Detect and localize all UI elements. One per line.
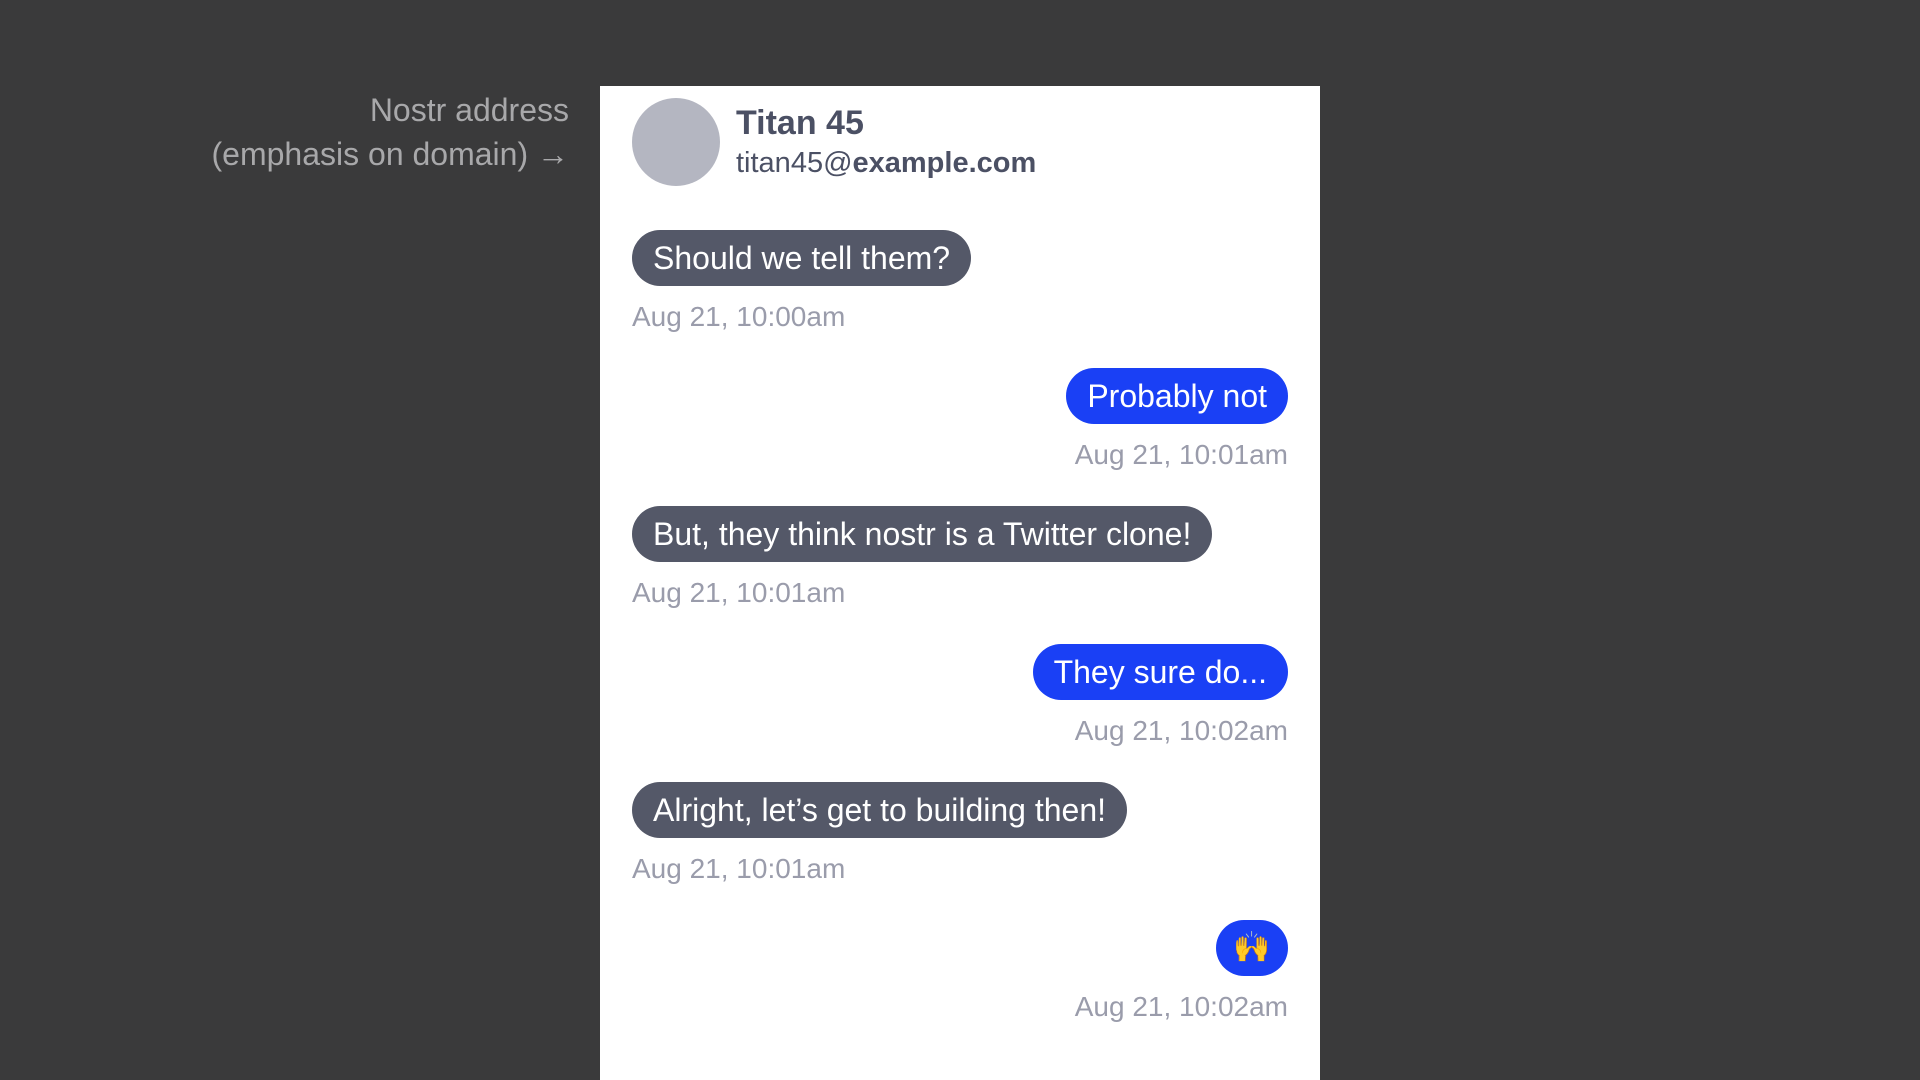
message-outgoing: Probably not Aug 21, 10:01am — [632, 368, 1288, 472]
message-timestamp: Aug 21, 10:01am — [632, 577, 846, 608]
message-timestamp: Aug 21, 10:02am — [1074, 715, 1288, 746]
contact-name[interactable]: Titan 45 — [736, 102, 1036, 144]
avatar[interactable] — [632, 98, 720, 186]
message-bubble[interactable]: But, they think nostr is a Twitter clone… — [632, 506, 1213, 562]
message-incoming: Should we tell them? Aug 21, 10:00am — [632, 230, 1288, 334]
message-outgoing: 🙌 Aug 21, 10:02am — [632, 920, 1288, 1024]
message-outgoing: They sure do... Aug 21, 10:02am — [632, 644, 1288, 748]
message-incoming: Alright, let’s get to building then! Aug… — [632, 782, 1288, 886]
message-bubble[interactable]: Should we tell them? — [632, 230, 972, 286]
nostr-address-user: titan45@ — [736, 147, 853, 179]
contact-identity: Titan 45 titan45@example.com — [736, 102, 1036, 182]
message-timestamp: Aug 21, 10:01am — [1074, 439, 1288, 470]
annotation-line-2: (emphasis on domain) → — [211, 136, 569, 172]
message-bubble[interactable]: Probably not — [1066, 368, 1288, 424]
message-bubble[interactable]: Alright, let’s get to building then! — [632, 782, 1128, 838]
nostr-address-domain: example.com — [852, 147, 1037, 179]
message-bubble[interactable]: They sure do... — [1032, 644, 1288, 700]
message-timestamp: Aug 21, 10:01am — [632, 853, 846, 884]
raising-hands-emoji-bubble[interactable]: 🙌 — [1216, 920, 1288, 976]
nostr-address-annotation: Nostr address (emphasis on domain) → — [120, 88, 569, 176]
message-incoming: But, they think nostr is a Twitter clone… — [632, 506, 1288, 610]
message-timestamp: Aug 21, 10:02am — [1074, 991, 1288, 1022]
annotation-line-1: Nostr address — [369, 92, 569, 128]
chat-panel: Titan 45 titan45@example.com Should we t… — [600, 86, 1320, 1080]
message-list: Should we tell them? Aug 21, 10:00am Pro… — [632, 230, 1288, 1058]
nostr-address[interactable]: titan45@example.com — [736, 144, 1036, 182]
message-timestamp: Aug 21, 10:00am — [632, 301, 846, 332]
chat-header: Titan 45 titan45@example.com — [632, 98, 1036, 186]
